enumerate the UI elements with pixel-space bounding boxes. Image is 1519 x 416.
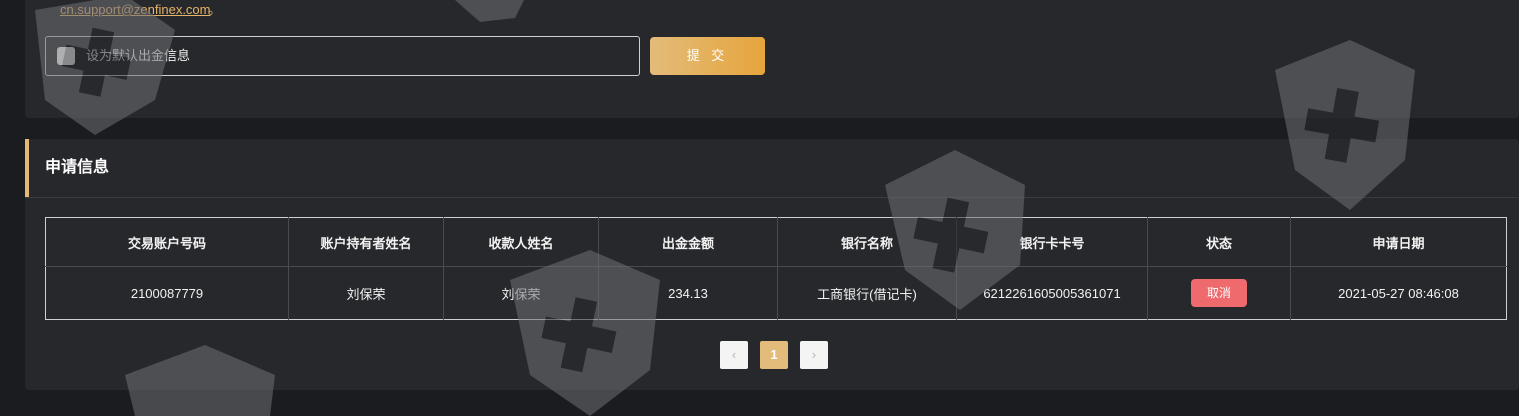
column-header: 银行卡卡号 [956, 217, 1148, 267]
column-header: 状态 [1147, 217, 1291, 267]
submit-button[interactable]: 提 交 [650, 37, 765, 75]
default-checkbox-label: 设为默认出金信息 [86, 48, 191, 63]
chevron-right-icon[interactable]: › [800, 341, 828, 369]
account-number-cell: 2100087779 [45, 266, 289, 320]
application-table: 交易账户号码 账户持有者姓名 收款人姓名 出金金额 银行名称 银行卡卡号 状态 … [45, 217, 1507, 320]
application-title: 申请信息 [45, 159, 110, 176]
column-header: 申请日期 [1290, 217, 1507, 267]
amount-cell: 234.13 [598, 266, 778, 320]
support-email-link[interactable]: cn.support@zenfinex.com [60, 2, 211, 18]
status-cell: 取消 [1147, 266, 1291, 320]
column-header: 账户持有者姓名 [288, 217, 444, 267]
table-row: 2100087779 刘保荣 刘保荣 234.13 工商银行(借记卡) 6212… [45, 266, 1507, 320]
chevron-left-icon[interactable]: ‹ [720, 341, 748, 369]
default-withdraw-option[interactable]: 设为默认出金信息 [45, 36, 640, 76]
application-header: 申请信息 [25, 139, 1519, 198]
holder-name-cell: 刘保荣 [288, 266, 444, 320]
support-email-tail: 。 [208, 2, 222, 17]
card-number-cell: 6212261605005361071 [956, 266, 1148, 320]
column-header: 收款人姓名 [443, 217, 599, 267]
bank-name-cell: 工商银行(借记卡) [777, 266, 957, 320]
accent-bar [25, 139, 29, 197]
page-number-button[interactable]: 1 [760, 341, 788, 369]
table-header-row: 交易账户号码 账户持有者姓名 收款人姓名 出金金额 银行名称 银行卡卡号 状态 … [45, 217, 1507, 267]
payee-name-cell: 刘保荣 [443, 266, 599, 320]
default-checkbox[interactable] [57, 47, 75, 65]
page: cn.support@zenfinex.com 。 设为默认出金信息 提 交 申… [0, 0, 1519, 416]
date-cell: 2021-05-27 08:46:08 [1338, 285, 1459, 301]
application-info-card: 申请信息 交易账户号码 账户持有者姓名 收款人姓名 出金金额 银行名称 银行卡卡… [25, 139, 1519, 390]
column-header: 交易账户号码 [45, 217, 289, 267]
cancel-status-button[interactable]: 取消 [1191, 279, 1247, 307]
column-header: 出金金额 [598, 217, 778, 267]
column-header: 银行名称 [777, 217, 957, 267]
withdraw-form-card: cn.support@zenfinex.com 。 设为默认出金信息 提 交 [25, 0, 1519, 118]
